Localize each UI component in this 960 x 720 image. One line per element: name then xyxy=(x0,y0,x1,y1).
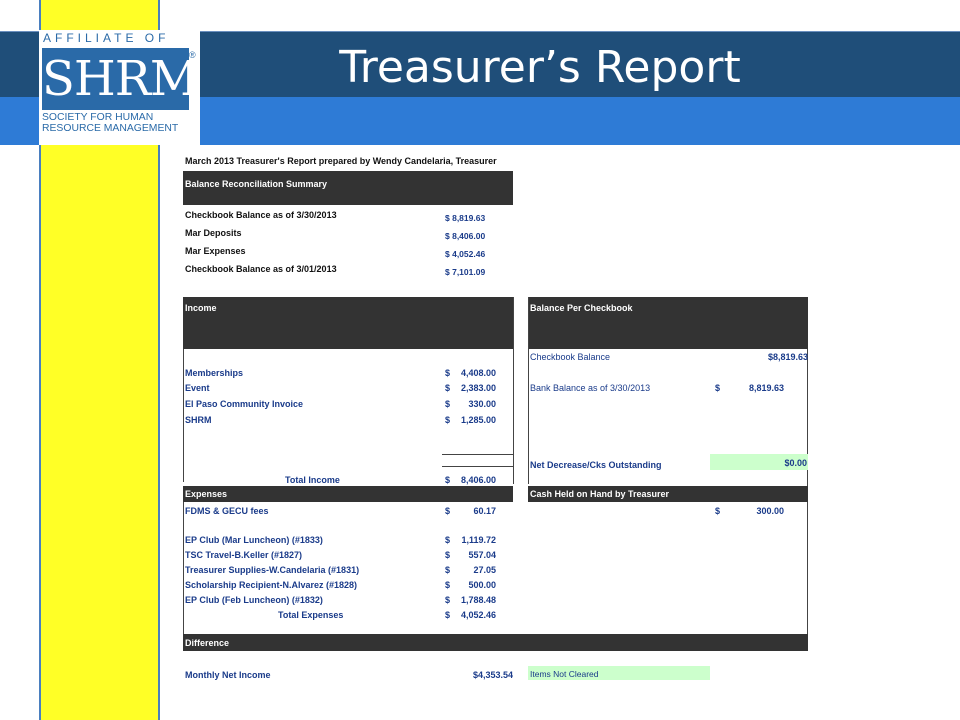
recon-label-3: Mar Expenses xyxy=(185,246,246,256)
expense-value-fees: 60.17 xyxy=(473,506,496,516)
cash-on-hand-value: 300.00 xyxy=(756,506,784,516)
items-not-cleared-cell: Items Not Cleared xyxy=(528,666,710,680)
total-expenses-label: Total Expenses xyxy=(278,610,344,620)
expense-label-mar-luncheon: EP Club (Mar Luncheon) (#1833) xyxy=(185,535,323,545)
logo-subtitle-line1: SOCIETY FOR HUMAN xyxy=(42,112,154,123)
slide-title: Treasurer’s Report xyxy=(339,42,741,93)
difference-header: Difference xyxy=(185,638,230,648)
difference-header-bar: Difference xyxy=(183,634,808,651)
reconciliation-header-bar: Balance Reconciliation Summary xyxy=(183,171,513,205)
checkbook-balance-value: $8,819.63 xyxy=(767,352,808,362)
net-decrease-value: $0.00 xyxy=(784,458,807,468)
expenses-header: Expenses xyxy=(185,489,228,499)
income-left-border xyxy=(183,349,184,482)
expense-value-scholarship: 500.00 xyxy=(468,580,496,590)
expense-value-tsc-travel: 557.04 xyxy=(468,550,496,560)
total-income-rule-top xyxy=(442,454,514,455)
expense-label-supplies: Treasurer Supplies-W.Candelaria (#1831) xyxy=(185,565,360,575)
items-not-cleared-label: Items Not Cleared xyxy=(530,669,599,679)
logo-brand-box: SHRM xyxy=(42,48,199,110)
recon-label-2: Mar Deposits xyxy=(185,228,242,238)
balance-per-checkbook-header: Balance Per Checkbook xyxy=(530,303,633,313)
expense-value-feb-luncheon: 1,788.48 xyxy=(460,595,496,605)
expenses-left-border xyxy=(183,502,184,634)
income-label-event: Event xyxy=(185,383,210,393)
income-value-memberships: 4,408.00 xyxy=(460,368,496,378)
monthly-net-income-label: Monthly Net Income xyxy=(185,670,271,680)
cash-on-hand-header: Cash Held on Hand by Treasurer xyxy=(530,489,670,499)
income-label-memberships: Memberships xyxy=(185,368,244,378)
income-value-shrm: 1,285.00 xyxy=(460,415,496,425)
expense-value-supplies: 27.05 xyxy=(473,565,496,575)
net-decrease-label: Net Decrease/Cks Outstanding xyxy=(530,460,662,470)
total-income-rule-bottom xyxy=(442,466,514,467)
income-value-el-paso: 330.00 xyxy=(468,399,496,409)
balance-per-checkbook-header-bar: Balance Per Checkbook xyxy=(528,297,808,349)
recon-label-1: Checkbook Balance as of 3/30/2013 xyxy=(185,210,337,220)
reconciliation-header: Balance Reconciliation Summary xyxy=(185,179,328,189)
income-header: Income xyxy=(185,303,217,313)
recon-label-4: Checkbook Balance as of 3/01/2013 xyxy=(185,264,337,274)
expense-label-scholarship: Scholarship Recipient-N.Alvarez (#1828) xyxy=(185,580,358,590)
logo-affiliate-text: AFFILIATE OF xyxy=(43,31,170,45)
cash-on-hand-header-bar: Cash Held on Hand by Treasurer xyxy=(528,486,808,502)
expense-label-fees: FDMS & GECU fees xyxy=(185,506,269,516)
logo-subtitle-line2: RESOURCE MANAGEMENT xyxy=(42,123,179,134)
recon-value-2: $ 8,406.00 xyxy=(445,231,486,241)
total-income-value: 8,406.00 xyxy=(460,475,496,485)
expense-label-tsc-travel: TSC Travel-B.Keller (#1827) xyxy=(185,550,303,560)
recon-value-4: $ 7,101.09 xyxy=(445,267,486,277)
income-header-bar: Income xyxy=(183,297,513,349)
income-right-border xyxy=(513,297,514,484)
expense-value-mar-luncheon: 1,119.72 xyxy=(461,535,496,545)
checkbook-balance-label: Checkbook Balance xyxy=(530,352,611,362)
income-value-event: 2,383.00 xyxy=(460,383,496,393)
shrm-affiliate-logo: AFFILIATE OF SHRM ® SOCIETY FOR HUMAN RE… xyxy=(39,30,200,145)
bank-balance-value: 8,819.63 xyxy=(748,383,784,393)
checkbook-left-border xyxy=(528,297,529,484)
bank-balance-label: Bank Balance as of 3/30/2013 xyxy=(530,383,651,393)
net-decrease-cell: $0.00 xyxy=(710,454,808,470)
expenses-header-bar: Expenses xyxy=(183,486,513,502)
report-heading: March 2013 Treasurer's Report prepared b… xyxy=(185,156,497,166)
total-income-label: Total Income xyxy=(285,475,340,485)
recon-value-3: $ 4,052.46 xyxy=(445,249,486,259)
expense-label-feb-luncheon: EP Club (Feb Luncheon) (#1832) xyxy=(185,595,323,605)
monthly-net-income-value: $4,353.54 xyxy=(472,670,513,680)
recon-value-1: $ 8,819.63 xyxy=(445,213,486,223)
income-label-el-paso: El Paso Community Invoice xyxy=(185,399,304,409)
logo-registered-mark: ® xyxy=(189,50,196,60)
income-label-shrm: SHRM xyxy=(185,415,212,425)
logo-subtitle: SOCIETY FOR HUMAN RESOURCE MANAGEMENT xyxy=(42,112,200,134)
total-expenses-value: 4,052.46 xyxy=(460,610,496,620)
logo-brand-text: SHRM xyxy=(42,51,199,107)
